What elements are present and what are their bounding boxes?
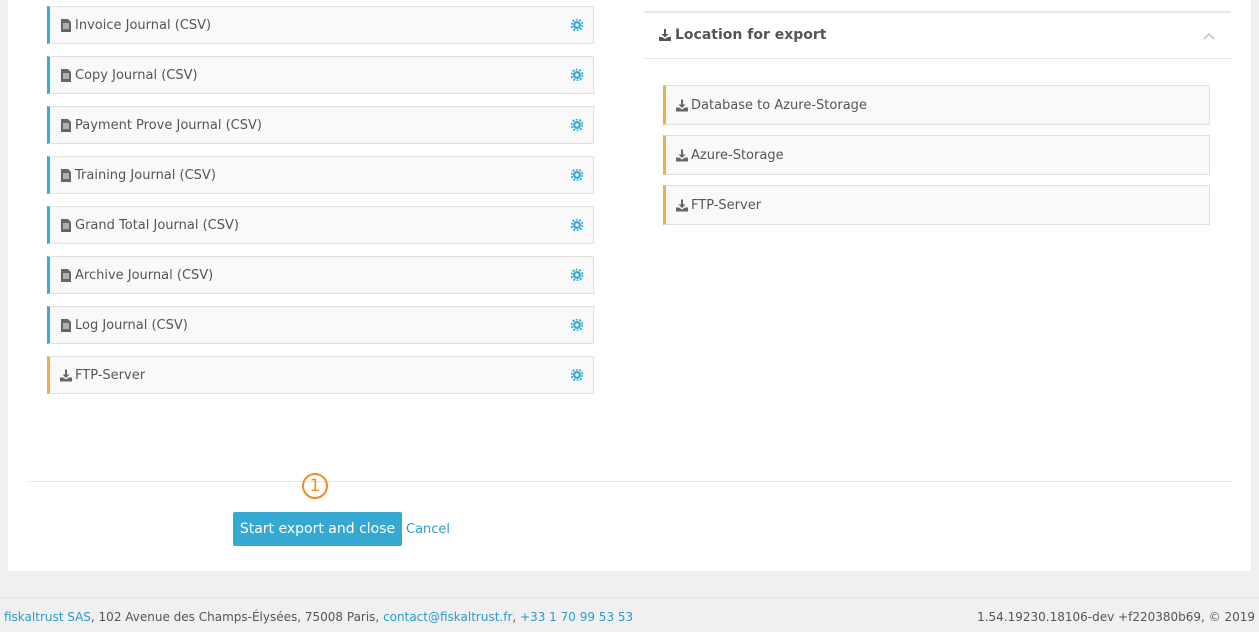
journal-label: Invoice Journal (CSV) [75,18,212,33]
location-item-database-azure[interactable]: Database to Azure-Storage [663,85,1210,125]
document-icon [61,219,71,232]
document-icon [61,169,71,182]
document-icon [61,269,71,282]
document-icon [61,319,71,332]
journal-label: Copy Journal (CSV) [75,68,198,83]
footer-separator: , [512,610,521,624]
phone-link[interactable]: +33 1 70 99 53 53 [520,610,633,624]
journal-item-log[interactable]: Log Journal (CSV) [47,306,594,344]
download-icon [60,369,72,382]
document-icon [61,19,71,32]
export-target-label: FTP-Server [75,368,146,383]
gear-icon[interactable] [571,169,583,181]
footer-address: , 102 Avenue des Champs-Élysées, 75008 P… [90,610,384,624]
step-marker: 1 [302,473,328,499]
location-panel-header[interactable]: Location for export [644,11,1231,59]
chevron-up-icon[interactable] [1203,31,1215,41]
journal-item-copy[interactable]: Copy Journal (CSV) [47,56,594,94]
download-icon [659,29,671,41]
journal-item-training[interactable]: Training Journal (CSV) [47,156,594,194]
download-icon [676,149,688,162]
gear-icon[interactable] [571,369,583,381]
company-link[interactable]: fiskaltrust SAS [4,610,91,624]
cancel-link[interactable]: Cancel [406,522,450,537]
location-panel-title: Location for export [675,27,827,43]
location-item-azure-storage[interactable]: Azure-Storage [663,135,1210,175]
actions-divider [28,481,1231,482]
gear-icon[interactable] [571,69,583,81]
location-item-label: Database to Azure-Storage [691,98,867,113]
journal-item-archive[interactable]: Archive Journal (CSV) [47,256,594,294]
location-item-ftp-server[interactable]: FTP-Server [663,185,1210,225]
gear-icon[interactable] [571,269,583,281]
document-icon [61,119,71,132]
download-icon [676,99,688,112]
email-link[interactable]: contact@fiskaltrust.fr [383,610,512,624]
journal-label: Payment Prove Journal (CSV) [75,118,262,133]
location-item-label: Azure-Storage [691,148,784,163]
gear-icon[interactable] [571,19,583,31]
journal-label: Archive Journal (CSV) [75,268,214,283]
journal-label: Log Journal (CSV) [75,318,188,333]
document-icon [61,69,71,82]
footer-divider [0,597,1259,598]
start-export-button[interactable]: Start export and close [233,512,402,546]
journal-item-grand-total[interactable]: Grand Total Journal (CSV) [47,206,594,244]
journal-item-payment-prove[interactable]: Payment Prove Journal (CSV) [47,106,594,144]
gear-icon[interactable] [571,219,583,231]
journal-label: Grand Total Journal (CSV) [75,218,239,233]
gear-icon[interactable] [571,319,583,331]
footer-contact: fiskaltrust SAS, 102 Avenue des Champs-É… [4,610,633,624]
version-info: 1.54.19230.18106-dev +f220380b69, © 2019 [977,610,1255,624]
journal-label: Training Journal (CSV) [75,168,216,183]
journal-item-invoice[interactable]: Invoice Journal (CSV) [47,6,594,44]
gear-icon[interactable] [571,119,583,131]
location-item-label: FTP-Server [691,198,762,213]
export-target-ftp-server[interactable]: FTP-Server [47,356,594,394]
download-icon [676,199,688,212]
